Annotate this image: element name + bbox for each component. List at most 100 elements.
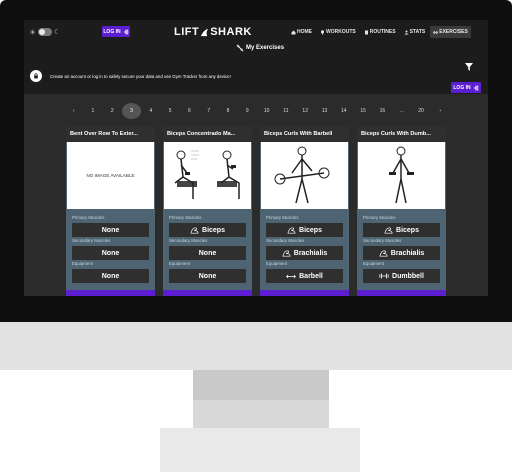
exercise-card[interactable]: Bent Over Row To Exter... NO IMAGE AVAIL… — [66, 126, 155, 296]
login-icon — [473, 85, 478, 90]
main-nav: HOME WORKOUTS ROUTINES STATS EXERCISES — [288, 26, 471, 38]
exercise-image: NO IMAGE AVAILABLE — [67, 142, 154, 209]
nav-workouts[interactable]: WORKOUTS — [317, 26, 359, 38]
biceps-icon — [190, 226, 199, 234]
pagination: ‹ 1 2 3 4 5 6 7 8 9 10 11 12 13 14 15 16… — [64, 103, 450, 119]
details-button[interactable] — [66, 290, 155, 296]
equipment-label: Equipment — [363, 261, 384, 266]
secondary-muscles-text: None — [101, 249, 120, 257]
lift-shark-logo[interactable]: LIFT SHARK — [174, 25, 251, 39]
page-4[interactable]: 4 — [141, 103, 160, 119]
details-button[interactable] — [357, 290, 446, 296]
equipment-text: None — [101, 272, 120, 280]
secondary-muscles-label: Secondary Muscles — [169, 238, 208, 243]
equipment-label: Equipment — [266, 261, 287, 266]
login-button-side[interactable]: LOG IN — [451, 82, 481, 93]
secondary-muscles-text: Brachialis — [390, 249, 425, 257]
equipment-text: None — [198, 272, 217, 280]
primary-muscles-text: Biceps — [299, 226, 322, 234]
sun-icon: ☀ — [29, 28, 37, 37]
monitor-frame: ☀ ☾ LOG IN LIFT SHARK HOME WORKOUTS ROUT… — [0, 0, 512, 322]
page-1[interactable]: 1 — [83, 103, 102, 119]
biceps-icon — [384, 226, 393, 234]
page-title-text: My Exercises — [246, 45, 285, 51]
biceps-icon — [287, 226, 296, 234]
nav-routines-label: ROUTINES — [369, 29, 396, 35]
primary-muscles-value: Biceps — [363, 223, 440, 237]
page-20[interactable]: 20 — [411, 103, 430, 119]
filter-icon[interactable] — [465, 58, 473, 76]
person-icon — [404, 30, 409, 34]
nav-stats[interactable]: STATS — [401, 26, 429, 38]
nav-workouts-label: WORKOUTS — [326, 29, 356, 35]
page-5[interactable]: 5 — [160, 103, 179, 119]
login-icon — [123, 29, 128, 34]
page-12[interactable]: 12 — [296, 103, 315, 119]
exercise-image — [261, 142, 348, 209]
no-image-text: NO IMAGE AVAILABLE — [86, 173, 135, 178]
barbell-icon — [286, 274, 297, 278]
dumbbell-icon — [379, 273, 389, 279]
nav-exercises[interactable]: EXERCISES — [430, 26, 471, 38]
page-header: My Exercises Create an account or log in… — [24, 44, 488, 94]
page-15[interactable]: 15 — [353, 103, 372, 119]
pagination-next[interactable]: › — [431, 103, 450, 119]
page-11[interactable]: 11 — [276, 103, 295, 119]
theme-toggle[interactable]: ☀ ☾ — [29, 28, 61, 37]
equipment-value: None — [169, 269, 246, 283]
dumbbell-curl-illustration — [389, 146, 414, 204]
details-button[interactable] — [163, 290, 252, 296]
concentration-curl-illustration — [174, 150, 240, 199]
secondary-muscles-text: None — [198, 249, 217, 257]
details-button[interactable] — [260, 290, 349, 296]
equipment-text: Barbell — [299, 272, 323, 280]
brachialis-icon — [282, 249, 291, 257]
equipment-value: Barbell — [266, 269, 343, 283]
secondary-muscles-value: None — [72, 246, 149, 260]
logo-text-shark: SHARK — [210, 26, 252, 38]
nav-exercises-label: EXERCISES — [439, 29, 468, 35]
page-ellipsis: … — [399, 108, 405, 114]
monitor-stand-base — [160, 428, 360, 472]
secondary-muscles-label: Secondary Muscles — [266, 238, 305, 243]
toggle-knob[interactable] — [39, 29, 45, 35]
primary-muscles-text: None — [101, 226, 120, 234]
equipment-text: Dumbbell — [392, 272, 424, 280]
secondary-muscles-label: Secondary Muscles — [363, 238, 402, 243]
book-icon — [364, 30, 368, 34]
page-6[interactable]: 6 — [180, 103, 199, 119]
trophy-icon — [321, 30, 324, 34]
page-13[interactable]: 13 — [315, 103, 334, 119]
login-button-top[interactable]: LOG IN — [102, 26, 130, 37]
page-10[interactable]: 10 — [257, 103, 276, 119]
monitor-chin — [0, 322, 512, 370]
primary-muscles-text: Biceps — [396, 226, 419, 234]
moon-icon: ☾ — [54, 29, 61, 36]
page-16[interactable]: 16 — [373, 103, 392, 119]
monitor-stand-neck — [193, 370, 329, 400]
secondary-muscles-value: Brachialis — [266, 246, 343, 260]
page-3-current[interactable]: 3 — [121, 103, 142, 119]
secondary-muscles-text: Brachialis — [293, 249, 328, 257]
pagination-prev[interactable]: ‹ — [64, 103, 83, 119]
nav-home[interactable]: HOME — [288, 26, 315, 38]
exercise-card[interactable]: Biceps Concentrado Ma... Primary Muscles — [163, 126, 252, 296]
page-9[interactable]: 9 — [238, 103, 257, 119]
browser-screen: ☀ ☾ LOG IN LIFT SHARK HOME WORKOUTS ROUT… — [24, 20, 488, 296]
home-icon — [291, 30, 296, 34]
nav-home-label: HOME — [297, 29, 312, 35]
primary-muscles-text: Biceps — [202, 226, 225, 234]
page-14[interactable]: 14 — [334, 103, 353, 119]
nav-routines[interactable]: ROUTINES — [361, 26, 399, 38]
page-7[interactable]: 7 — [199, 103, 218, 119]
dumbbell-icon — [236, 44, 244, 52]
exercise-image — [358, 142, 445, 209]
page-8[interactable]: 8 — [218, 103, 237, 119]
page-2[interactable]: 2 — [103, 103, 122, 119]
primary-muscles-label: Primary Muscles — [72, 215, 105, 220]
exercise-image — [164, 142, 251, 209]
card-title: Biceps Curls With Barbell — [260, 126, 349, 142]
exercise-card[interactable]: Biceps Curls With Dumb... Primary Muscle… — [357, 126, 446, 296]
secondary-muscles-value: Brachialis — [363, 246, 440, 260]
exercise-card[interactable]: Biceps Curls With Barbell Primary Muscle… — [260, 126, 349, 296]
